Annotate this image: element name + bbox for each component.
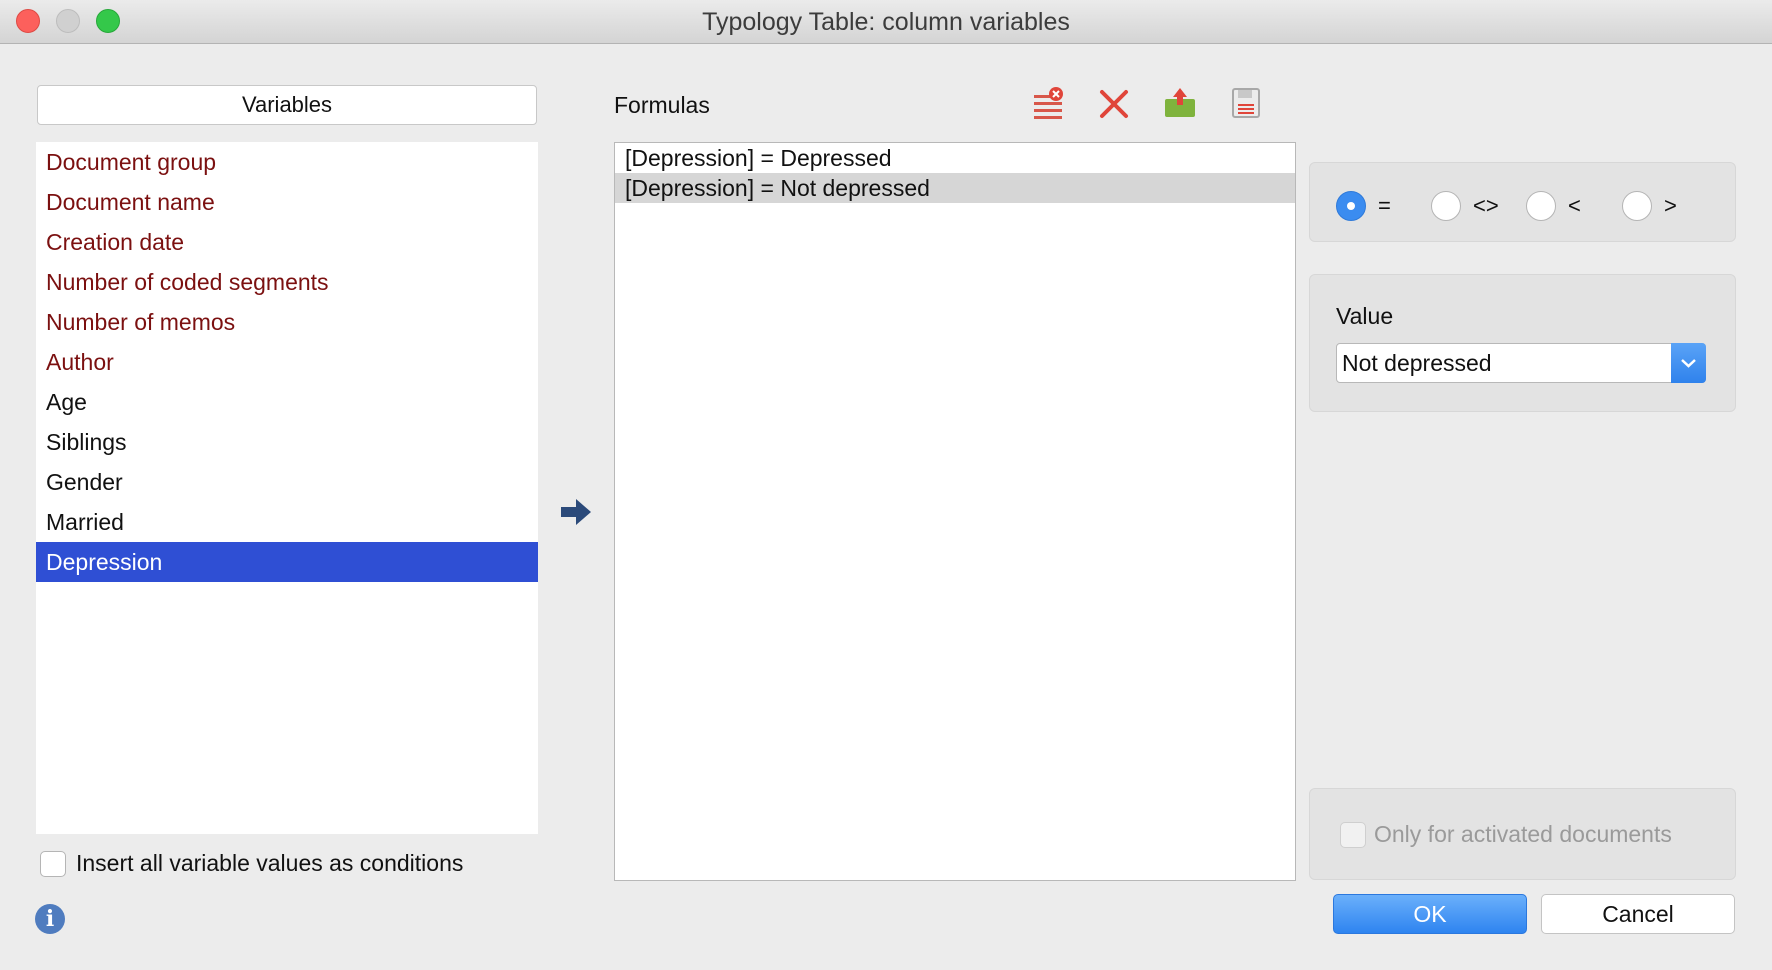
insert-all-label: Insert all variable values as conditions xyxy=(76,850,464,876)
operator-panel: = <> < > xyxy=(1309,162,1736,242)
variable-item[interactable]: Gender xyxy=(36,462,538,502)
variables-header[interactable]: Variables xyxy=(37,85,537,125)
operator-equals-radio[interactable] xyxy=(1336,191,1366,221)
formulas-label: Formulas xyxy=(614,92,710,118)
variable-item[interactable]: Number of coded segments xyxy=(36,262,538,302)
title-bar: Typology Table: column variables xyxy=(0,0,1772,44)
operator-equals-label: = xyxy=(1378,193,1391,218)
insert-all-checkbox[interactable] xyxy=(40,850,66,877)
only-activated-checkbox xyxy=(1340,821,1366,848)
variable-item[interactable]: Document group xyxy=(36,142,538,182)
clear-list-icon[interactable] xyxy=(1031,86,1065,120)
operator-less-than[interactable]: < xyxy=(1526,191,1581,221)
operator-greater-than-label: > xyxy=(1664,193,1677,218)
variable-item[interactable]: Author xyxy=(36,342,538,382)
only-activated-panel: Only for activated documents xyxy=(1309,788,1736,880)
export-icon[interactable] xyxy=(1163,86,1197,120)
delete-icon[interactable] xyxy=(1097,86,1131,120)
operator-not-equal-label: <> xyxy=(1473,193,1499,218)
only-activated-label: Only for activated documents xyxy=(1374,821,1672,847)
formulas-list[interactable]: [Depression] = Depressed [Depression] = N… xyxy=(614,142,1296,881)
ok-button[interactable]: OK xyxy=(1333,894,1527,934)
operator-equals[interactable]: = xyxy=(1336,191,1391,221)
operator-less-than-label: < xyxy=(1568,193,1581,218)
save-icon[interactable] xyxy=(1229,86,1263,120)
value-select[interactable]: Not depressed xyxy=(1336,343,1706,383)
operator-not-equal-radio[interactable] xyxy=(1431,191,1461,221)
cancel-button[interactable]: Cancel xyxy=(1541,894,1735,934)
operator-less-than-radio[interactable] xyxy=(1526,191,1556,221)
variable-item[interactable]: Depression xyxy=(36,542,538,582)
dropdown-button[interactable] xyxy=(1671,343,1706,383)
variable-item[interactable]: Creation date xyxy=(36,222,538,262)
only-activated-row: Only for activated documents xyxy=(1340,821,1672,848)
window-title: Typology Table: column variables xyxy=(702,8,1070,36)
arrow-right-icon[interactable] xyxy=(561,498,591,526)
variable-item[interactable]: Siblings xyxy=(36,422,538,462)
variable-item[interactable]: Age xyxy=(36,382,538,422)
operator-greater-than-radio[interactable] xyxy=(1622,191,1652,221)
variable-item[interactable]: Number of memos xyxy=(36,302,538,342)
operator-not-equal[interactable]: <> xyxy=(1431,191,1499,221)
variable-item[interactable]: Married xyxy=(36,502,538,542)
variable-item[interactable]: Document name xyxy=(36,182,538,222)
info-icon[interactable]: i xyxy=(35,904,65,934)
formula-item[interactable]: [Depression] = Depressed xyxy=(615,143,1295,173)
chevron-down-icon xyxy=(1681,359,1696,368)
variables-list[interactable]: Document group Document name Creation date… xyxy=(36,142,538,834)
formula-item[interactable]: [Depression] = Not depressed xyxy=(615,173,1295,203)
value-label: Value xyxy=(1336,303,1394,329)
value-select-text: Not depressed xyxy=(1342,350,1492,376)
value-panel: Value Not depressed xyxy=(1309,274,1736,412)
insert-all-row[interactable]: Insert all variable values as conditions xyxy=(40,850,463,880)
operator-greater-than[interactable]: > xyxy=(1622,191,1677,221)
